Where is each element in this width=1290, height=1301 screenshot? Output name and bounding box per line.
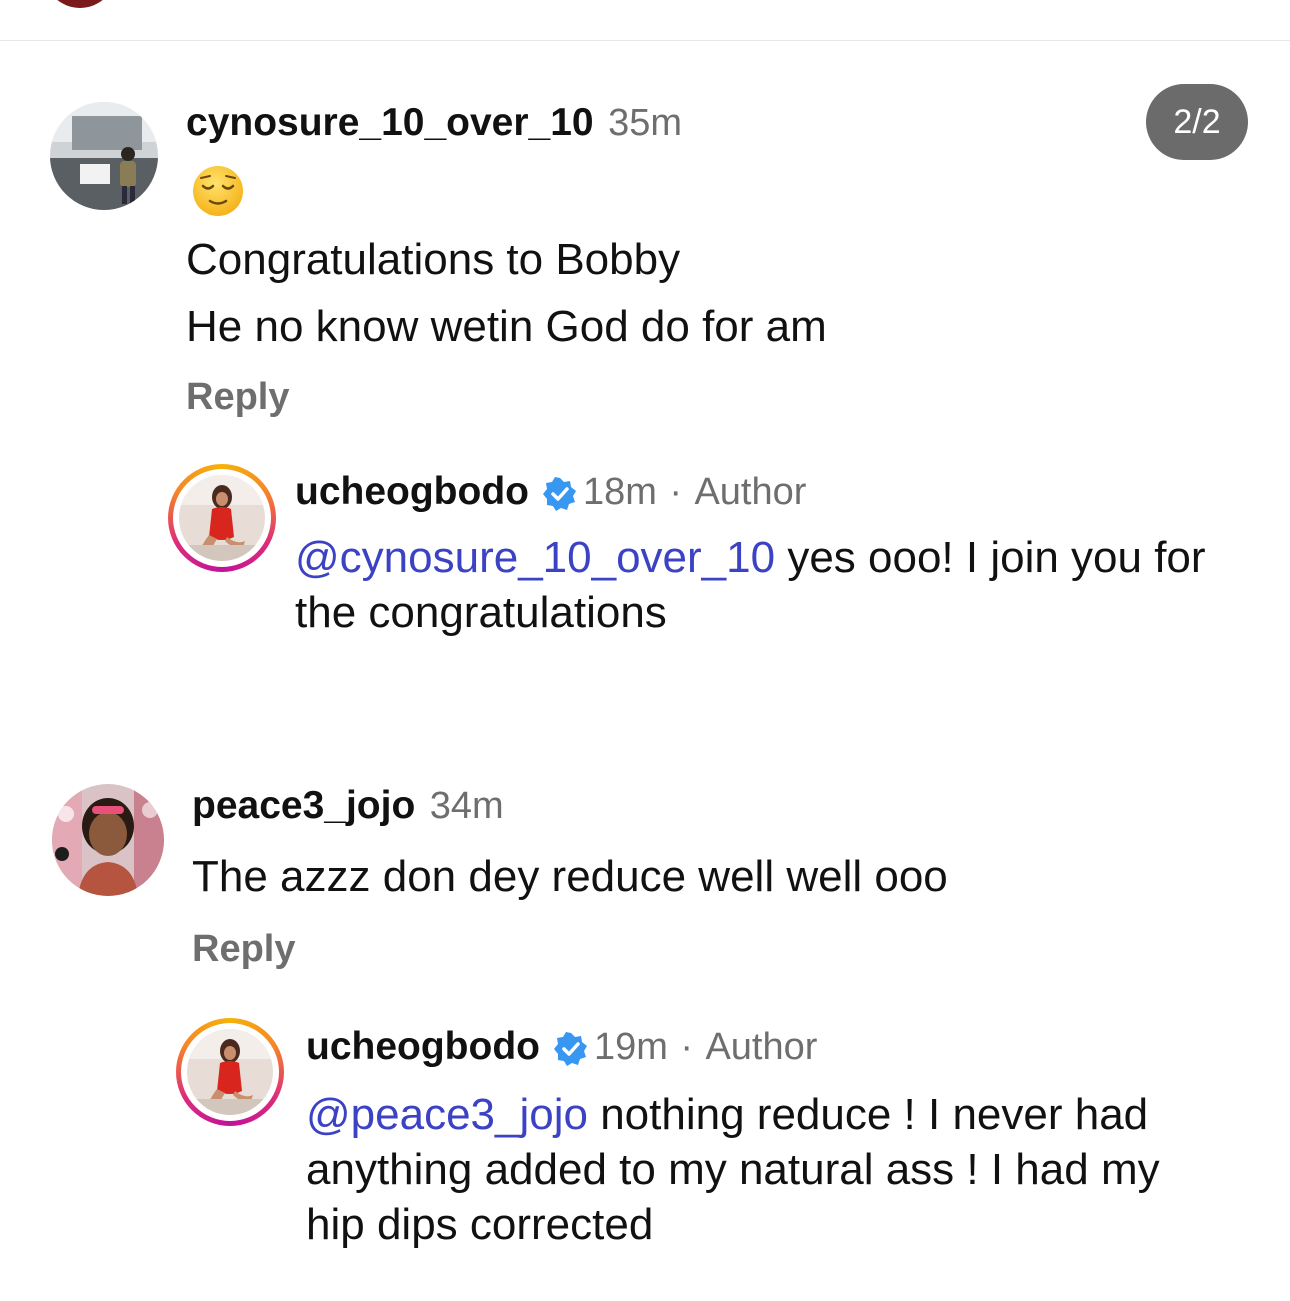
comment-timestamp: 34m — [429, 785, 504, 827]
mention-link[interactable]: @peace3_jojo — [306, 1090, 588, 1139]
reply-timestamp: 18m — [582, 471, 657, 513]
avatar[interactable] — [50, 102, 158, 210]
comments-sheet: 2/2 cynosure_10_over_10 35m Congratulati… — [0, 0, 1290, 1301]
reply-header: ucheogbodo 18m · Author — [295, 470, 806, 522]
verified-badge-icon — [553, 1032, 588, 1071]
comment-username[interactable]: cynosure_10_over_10 — [186, 101, 594, 144]
reply-header: ucheogbodo 19m · Author — [306, 1025, 817, 1077]
avatar[interactable] — [52, 784, 164, 896]
author-label: Author — [705, 1026, 818, 1068]
comment-text: Congratulations to Bobby He no know weti… — [186, 226, 827, 360]
avatar[interactable] — [179, 475, 265, 561]
reply-username[interactable]: ucheogbodo — [295, 470, 529, 513]
meta-separator: · — [680, 1026, 693, 1068]
reply-username[interactable]: ucheogbodo — [306, 1025, 540, 1068]
comment-text-line: The azzz don dey reduce well well ooo — [192, 852, 948, 901]
reply-text: @cynosure_10_over_10 yes ooo! I join you… — [295, 530, 1225, 640]
reply-text: @peace3_jojo nothing reduce ! I never ha… — [306, 1087, 1226, 1252]
meta-separator: · — [669, 471, 682, 513]
verified-badge-icon — [542, 477, 577, 516]
mention-link[interactable]: @cynosure_10_over_10 — [295, 533, 775, 582]
reply-button[interactable]: Reply — [192, 928, 295, 971]
comment-header: peace3_jojo 34m — [192, 784, 504, 828]
comment-username[interactable]: peace3_jojo — [192, 784, 415, 827]
comment-header: cynosure_10_over_10 35m — [186, 101, 682, 145]
previous-comment-avatar[interactable] — [44, 0, 116, 8]
reply-timestamp: 19m — [593, 1026, 668, 1068]
reply-button[interactable]: Reply — [186, 376, 289, 419]
avatar[interactable] — [187, 1029, 273, 1115]
comment-text: The azzz don dey reduce well well ooo — [192, 843, 948, 910]
comment-text-line: Congratulations to Bobby — [186, 235, 681, 284]
relieved-face-emoji-icon — [190, 164, 246, 223]
author-label: Author — [694, 471, 807, 513]
image-pager-badge: 2/2 — [1146, 84, 1248, 160]
comment-text-line: He no know wetin God do for am — [186, 302, 827, 351]
divider — [0, 40, 1290, 41]
comment-timestamp: 35m — [608, 102, 682, 144]
